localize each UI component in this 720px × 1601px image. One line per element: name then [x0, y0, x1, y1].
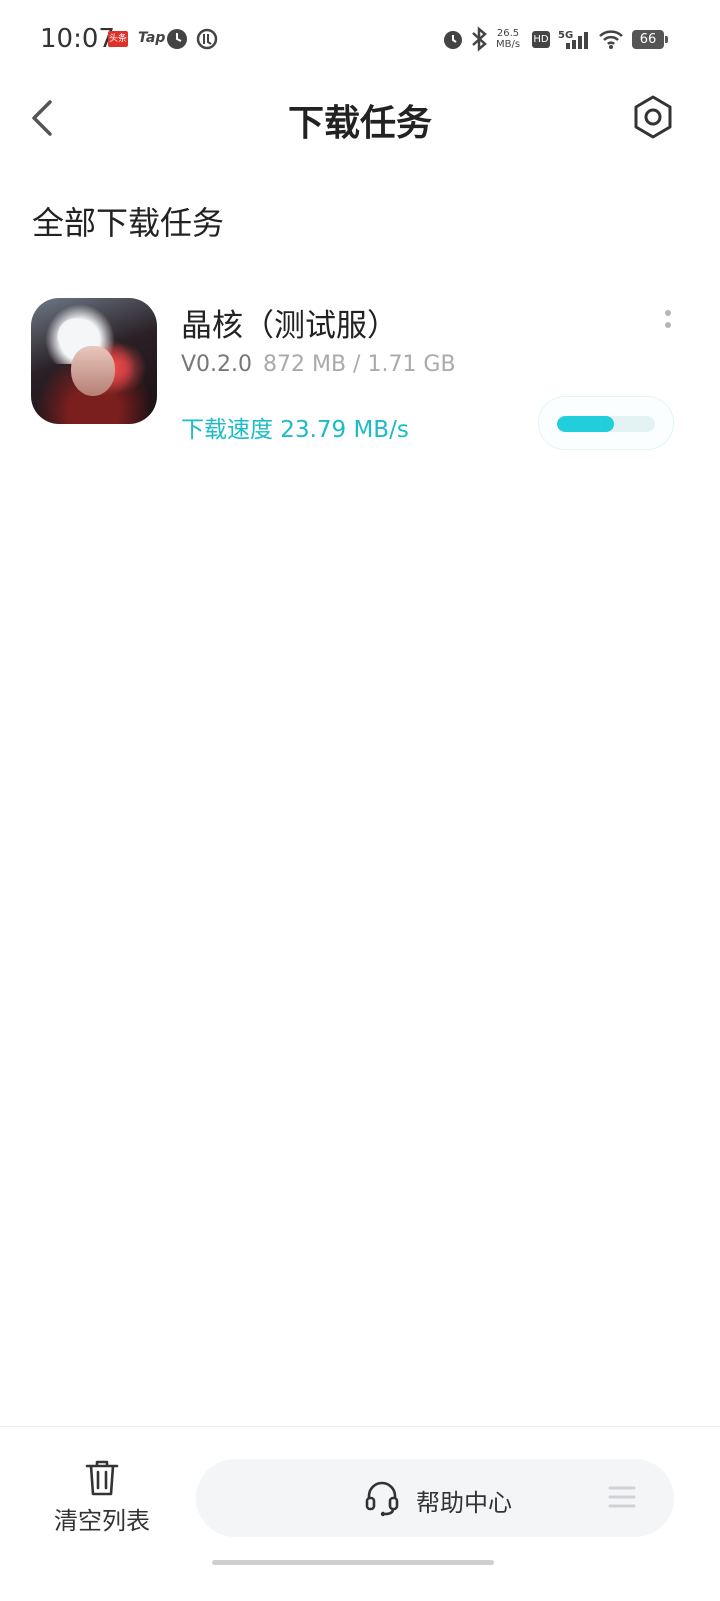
menu-icon[interactable]: [608, 1485, 636, 1509]
progress-fill: [557, 416, 614, 432]
section-title: 全部下载任务: [32, 204, 225, 242]
bottom-bar: 清空列表 帮助中心: [0, 1426, 720, 1601]
vpn-icon: [196, 28, 218, 50]
app-icon[interactable]: [31, 298, 157, 424]
page-title: 下载任务: [287, 103, 432, 144]
bluetooth-icon: [472, 26, 487, 52]
battery-icon: 66: [632, 30, 668, 49]
taptap-notification-icon: Tap: [138, 30, 166, 46]
settings-icon[interactable]: [630, 94, 676, 140]
alarm-icon: [444, 31, 462, 49]
home-indicator[interactable]: [212, 1560, 494, 1565]
clear-list-label: 清空列表: [54, 1507, 150, 1535]
headset-icon: [365, 1481, 399, 1517]
toutiao-notification-icon: 头条: [108, 31, 128, 47]
net-speed: 26.5 MB/s: [496, 28, 521, 50]
app-version: V0.2.0: [181, 352, 253, 377]
app-name: 晶核（测试服）: [181, 308, 398, 344]
signal-icon: 5G: [558, 30, 588, 49]
alarm-notification-icon: [167, 29, 187, 49]
clear-list-button[interactable]: 清空列表: [40, 1459, 164, 1539]
trash-icon: [85, 1460, 119, 1496]
help-center-label: 帮助中心: [416, 1489, 512, 1517]
header: 下载任务: [0, 80, 720, 160]
hd-icon: HD: [532, 31, 550, 48]
help-center-button[interactable]: 帮助中心: [196, 1459, 674, 1537]
download-task-item[interactable]: 晶核（测试服） V0.2.0 872 MB / 1.71 GB 下载速度 23.…: [0, 290, 720, 460]
progress-track: [557, 416, 655, 432]
status-bar: 10:07 头条 Tap 26.5 MB/s HD 5G 66: [0, 0, 720, 80]
download-speed: 下载速度 23.79 MB/s: [181, 417, 409, 443]
status-time: 10:07: [40, 24, 115, 54]
more-options-icon[interactable]: [656, 306, 680, 336]
wifi-icon: [599, 30, 623, 49]
download-size: 872 MB / 1.71 GB: [263, 352, 456, 377]
svg-text:5G: 5G: [558, 30, 573, 41]
download-progress-button[interactable]: [538, 396, 674, 450]
